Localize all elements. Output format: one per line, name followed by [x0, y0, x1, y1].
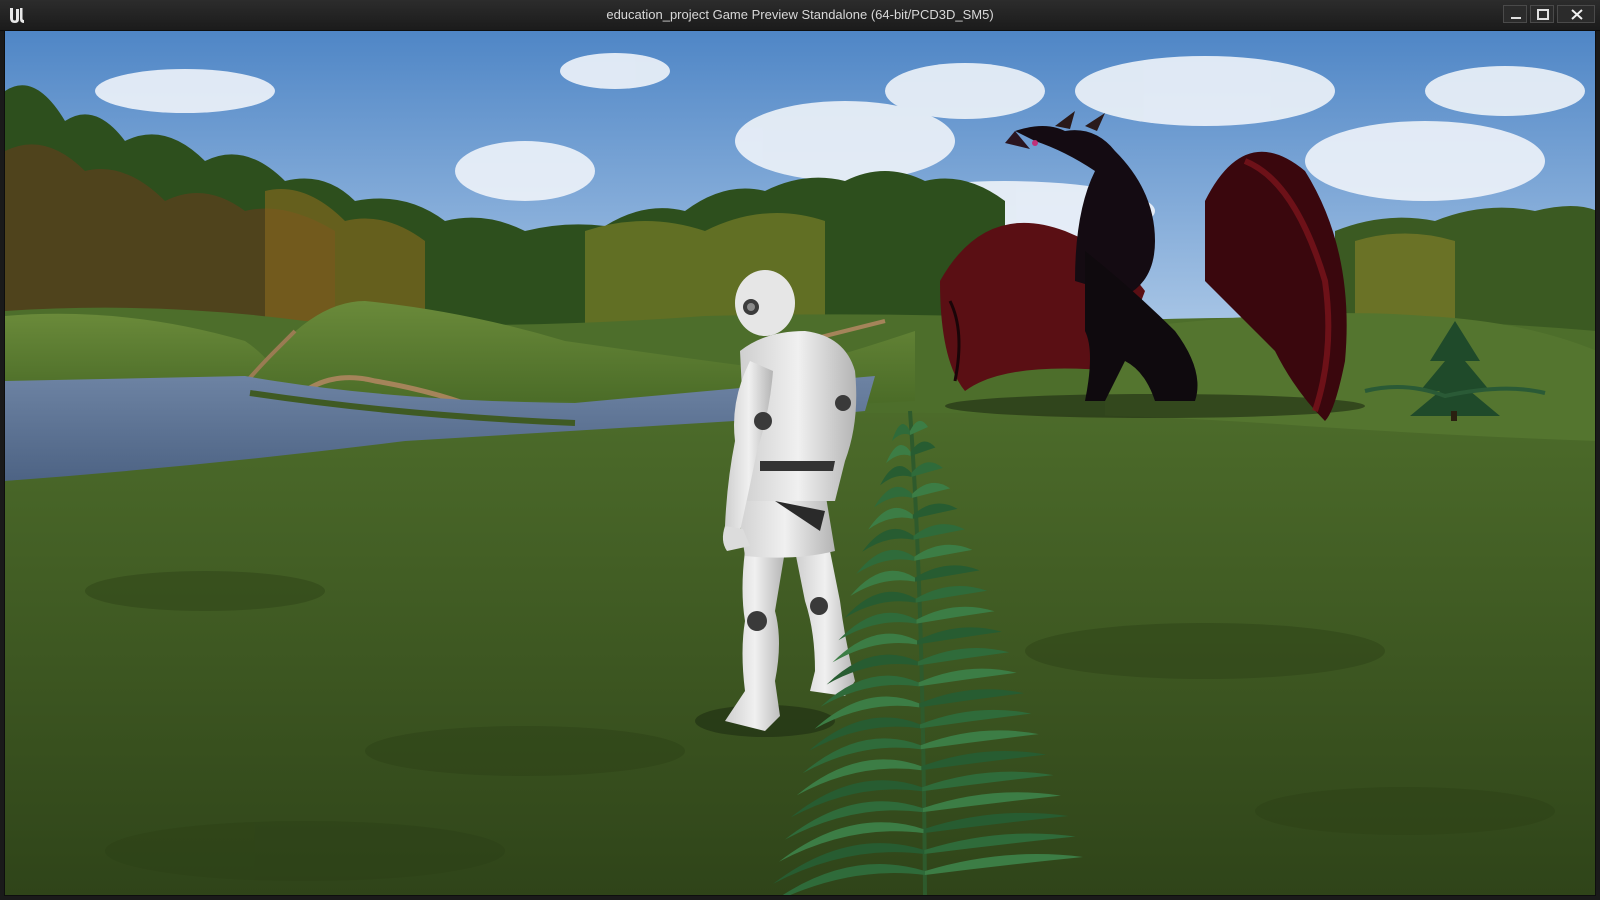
game-viewport[interactable]: [4, 30, 1596, 896]
title-bar[interactable]: education_project Game Preview Standalon…: [0, 0, 1600, 31]
close-icon: [1571, 9, 1583, 20]
minimize-button[interactable]: [1503, 5, 1527, 23]
close-button[interactable]: [1557, 5, 1595, 23]
maximize-icon: [1537, 9, 1549, 20]
game-preview-window: education_project Game Preview Standalon…: [0, 0, 1600, 900]
maximize-button[interactable]: [1530, 5, 1554, 23]
window-title: education_project Game Preview Standalon…: [606, 7, 994, 22]
game-scene: [5, 31, 1595, 895]
minimize-icon: [1511, 17, 1521, 19]
